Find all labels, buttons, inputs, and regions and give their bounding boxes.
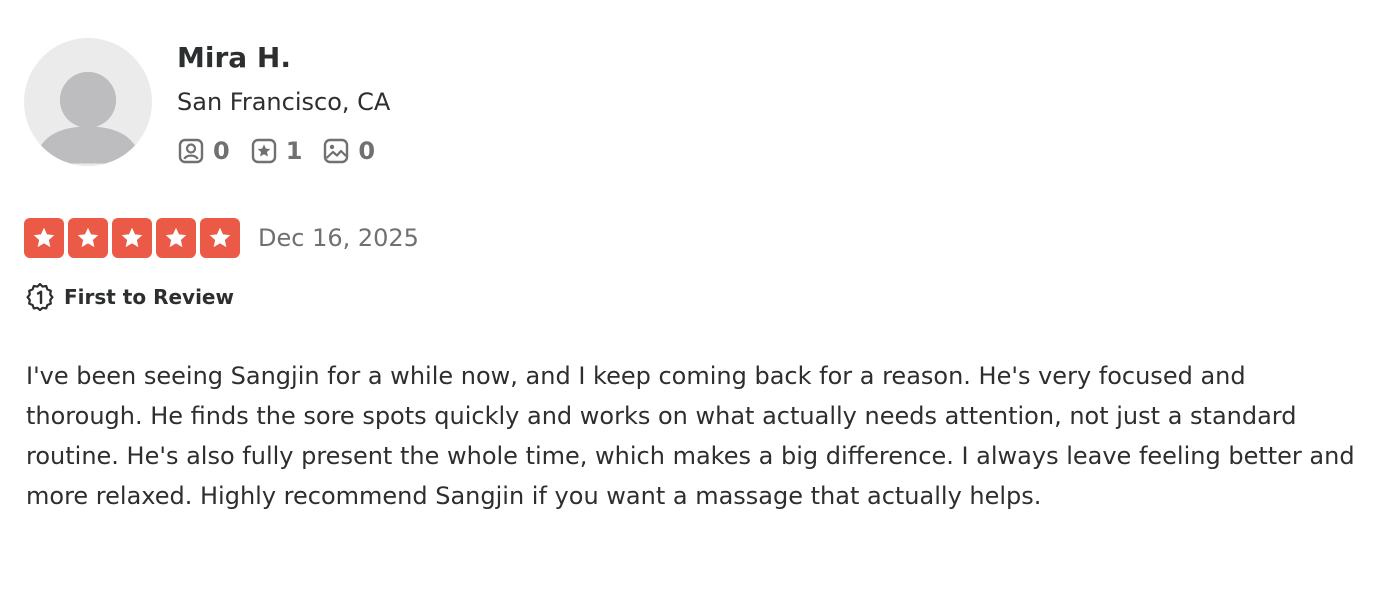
rating-star — [112, 218, 152, 258]
star-icon — [165, 227, 187, 248]
user-name[interactable]: Mira H. — [177, 40, 291, 76]
review-text: I've been seeing Sangjin for a while now… — [26, 362, 1355, 510]
photos-icon — [324, 138, 349, 164]
friends-icon — [178, 138, 204, 164]
rating-star — [24, 218, 64, 258]
reviews-star-icon — [251, 138, 276, 164]
badge-label: First to Review — [64, 285, 234, 309]
review-card: Mira H. San Francisco, CA 0 1 0 Dec 16, … — [0, 0, 1392, 592]
rating-star — [156, 218, 196, 258]
star-icon — [77, 227, 99, 248]
avatar[interactable] — [24, 38, 152, 166]
photos-count: 0 — [358, 137, 376, 165]
review-date: Dec 16, 2025 — [258, 224, 419, 252]
friends-count: 0 — [213, 137, 230, 165]
first-to-review-badge: First to Review — [26, 282, 234, 312]
first-to-review-icon — [26, 283, 54, 311]
star-rating — [24, 218, 240, 258]
default-user-icon — [29, 72, 147, 166]
rating-star — [68, 218, 108, 258]
rating-star — [200, 218, 240, 258]
user-location: San Francisco, CA — [177, 88, 391, 116]
star-icon — [121, 227, 143, 248]
friends-stat: 0 — [177, 135, 230, 167]
photos-stat: 0 — [322, 135, 375, 167]
reviews-stat: 1 — [250, 135, 303, 167]
star-icon — [33, 227, 55, 248]
star-icon — [209, 227, 231, 248]
user-stats: 0 1 0 — [177, 134, 395, 168]
reviews-count: 1 — [285, 137, 303, 165]
